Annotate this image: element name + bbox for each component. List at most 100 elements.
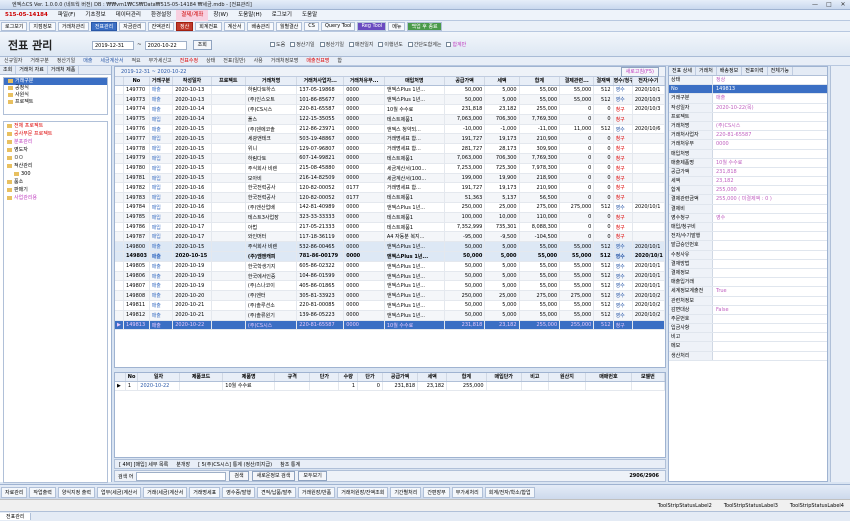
col-header[interactable]: 세액	[484, 77, 520, 86]
table-row[interactable]: 149784 매입 2020-10-16 (주)앤산업배 142-81-40989 000…	[115, 202, 666, 213]
table-row[interactable]: 149805 매출 2020-10-19 한국학생기지 605-86-02322 0000…	[115, 261, 666, 272]
property-value[interactable]	[713, 333, 827, 341]
property-value[interactable]	[713, 113, 827, 121]
table-row[interactable]: 149776 매출 2020-10-15 (주)덴에코솔 212-86-23971 000…	[115, 124, 666, 135]
subbar-item[interactable]: 부가세신고	[145, 57, 176, 66]
toolbar-menu-button[interactable]: 메뉴	[388, 21, 406, 31]
property-row[interactable]: 거래처명 (주)CS시스	[669, 121, 827, 132]
task-button[interactable]: 거래(세금)계산서	[143, 486, 188, 498]
row-selector[interactable]: ▶	[115, 381, 126, 392]
row-selector[interactable]	[115, 104, 125, 115]
col-header[interactable]: 일자	[137, 373, 180, 382]
date-from-input[interactable]: 2019-12-31	[92, 40, 134, 50]
row-selector[interactable]	[115, 153, 125, 164]
col-header[interactable]: No	[125, 373, 139, 382]
row-selector[interactable]	[115, 290, 125, 302]
table-row[interactable]: 149780 매입 2020-10-15 주식회사 비렌 215-08-45880 000…	[115, 163, 666, 174]
property-value[interactable]	[713, 315, 827, 323]
property-row[interactable]: 감면대상 False	[669, 305, 827, 315]
tab-client-data[interactable]: 거래처 자료	[16, 66, 48, 74]
col-header[interactable]: 거래구분	[149, 77, 174, 86]
menu-item-payment[interactable]: 결제/계좌	[176, 9, 209, 21]
task-button[interactable]: 간편장부	[423, 486, 450, 498]
col-header[interactable]: 전자/수기	[632, 77, 666, 86]
property-row[interactable]: 결재방법	[669, 259, 827, 269]
table-row[interactable]: 149800 매출 2020-10-15 주식회사 비렌 532-86-00465 000…	[115, 241, 666, 253]
col-header[interactable]: 거래처사업자...	[296, 77, 345, 86]
col-header[interactable]: 원산지	[548, 373, 587, 382]
property-row[interactable]: 결제비	[669, 204, 827, 214]
toolbar-balance-button[interactable]: 잔액관리	[147, 21, 175, 31]
tab-slip-detail[interactable]: 전표 상세	[669, 67, 696, 75]
filter-option-3[interactable]: 정산기일	[319, 41, 344, 48]
table-row[interactable]: 149782 매입 2020-10-16 한국전력공사 120-82-00052 0177…	[115, 182, 666, 194]
task-button[interactable]: 업무(세금)계산서	[97, 486, 142, 498]
property-row[interactable]: 발급승인번호	[669, 241, 827, 251]
tab-client-product[interactable]: 거래처 제품	[48, 66, 80, 74]
property-row[interactable]: 매출입거래	[669, 278, 827, 288]
subbar-item[interactable]: 사용	[250, 57, 267, 66]
row-selector[interactable]	[115, 163, 125, 174]
property-value[interactable]	[713, 205, 827, 213]
tab-search[interactable]: 조회	[0, 66, 17, 74]
tree-item[interactable]: 공사부문 프로젝트	[4, 130, 107, 138]
tree-item[interactable]: 분포관리	[4, 138, 107, 146]
row-selector[interactable]	[115, 231, 125, 243]
property-row[interactable]: 거래처사업자 220-81-65587	[669, 131, 827, 141]
menu-item-data[interactable]: 데이터관리	[111, 10, 146, 21]
property-value[interactable]: 255,000 ( 미결제액 : 0 )	[713, 195, 827, 203]
property-row[interactable]: 매입처명	[669, 149, 827, 159]
col-header[interactable]: 규격	[274, 373, 311, 382]
row-selector[interactable]	[115, 114, 125, 125]
task-button[interactable]: 거래명세표	[189, 486, 221, 498]
table-row[interactable]: 149774 매출 2020-10-14 (주)CS시스 220-81-65587 000…	[115, 104, 666, 115]
property-value[interactable]	[713, 269, 827, 277]
col-header[interactable]: 작성일자	[172, 77, 212, 86]
row-selector[interactable]	[115, 280, 125, 292]
property-value[interactable]: 23,182	[713, 177, 827, 185]
tab-all-functions[interactable]: 전체기능	[768, 67, 794, 75]
property-row[interactable]: 상태 정상	[669, 76, 827, 86]
table-row[interactable]: 149779 매입 2020-10-15 하림다토 607-14-99821 0000 테스…	[115, 153, 666, 164]
table-row[interactable]: 149775 매입 2020-10-14 폴스 122-15-35055 0000 테스트제…	[115, 114, 666, 125]
subbar-item[interactable]: 매출전표명	[302, 57, 333, 66]
table-row[interactable]: 149803 매출 2020-10-15 (주)엠앤캐피 781-86-00179 000…	[115, 251, 666, 262]
table-row[interactable]: 149778 매입 2020-10-15 위니 129-07-96807 0000 거래명세…	[115, 143, 666, 155]
tree-item[interactable]: 적산관리	[4, 162, 107, 170]
property-row[interactable]: 매출제품명 10월 수수료	[669, 158, 827, 168]
col-header[interactable]: 비고	[521, 373, 549, 382]
table-row[interactable]: 149808 매출 2020-10-20 (주)엔터 305-81-33923 0000 앤…	[115, 290, 666, 302]
property-row[interactable]: 비고	[669, 333, 827, 343]
table-row[interactable]: 149811 매출 2020-10-21 (주)솔루션소 220-81-00085 000…	[115, 300, 666, 311]
table-row[interactable]: 149773 매출 2020-10-13 (주)인스오트 101-86-85677 000…	[115, 94, 666, 106]
col-header[interactable]: 거래처명	[245, 77, 298, 86]
window-tab-slip[interactable]: 전표관리	[0, 513, 32, 520]
filter-option-1[interactable]: 도움	[270, 41, 285, 48]
subbar-item[interactable]: 거래구분	[26, 57, 52, 66]
property-row[interactable]: 공급가액 231,818	[669, 167, 827, 178]
col-header[interactable]: 매입처명	[384, 77, 445, 86]
property-value[interactable]	[713, 223, 827, 231]
search-go-button[interactable]: 검색	[229, 471, 249, 481]
menu-item-log[interactable]: 로그보기	[267, 10, 297, 21]
property-row[interactable]: 작성일자 2020-10-22(목)	[669, 103, 827, 113]
property-row[interactable]: 거래처유무 0000	[669, 140, 827, 150]
table-row[interactable]: 149781 매입 2020-10-15 모아비 216-14-82509 0000 세금계…	[115, 173, 666, 184]
row-selector[interactable]	[115, 143, 125, 155]
property-value[interactable]	[713, 278, 827, 286]
menu-item-help[interactable]: 도움말(H)	[233, 10, 267, 21]
row-selector[interactable]	[115, 202, 125, 213]
property-value[interactable]	[713, 342, 827, 350]
col-header[interactable]: 공급가액	[382, 373, 419, 382]
tab-ref-stats[interactable]: 참조 통계	[276, 461, 304, 468]
row-selector[interactable]	[115, 310, 125, 321]
col-header[interactable]: 단가	[309, 373, 340, 382]
task-button[interactable]: 거래원장/반품	[297, 486, 336, 498]
row-selector[interactable]	[115, 251, 125, 262]
property-row[interactable]: 세계정보계출전 True	[669, 287, 827, 297]
property-row[interactable]: No 149813	[669, 85, 827, 95]
menu-item-file[interactable]: 파일(F)	[53, 10, 81, 21]
task-button[interactable]: 견적/납품/발주	[256, 486, 296, 498]
col-header[interactable]: 세액	[417, 373, 448, 382]
subbar-item[interactable]: 거래처정보명	[267, 57, 303, 66]
